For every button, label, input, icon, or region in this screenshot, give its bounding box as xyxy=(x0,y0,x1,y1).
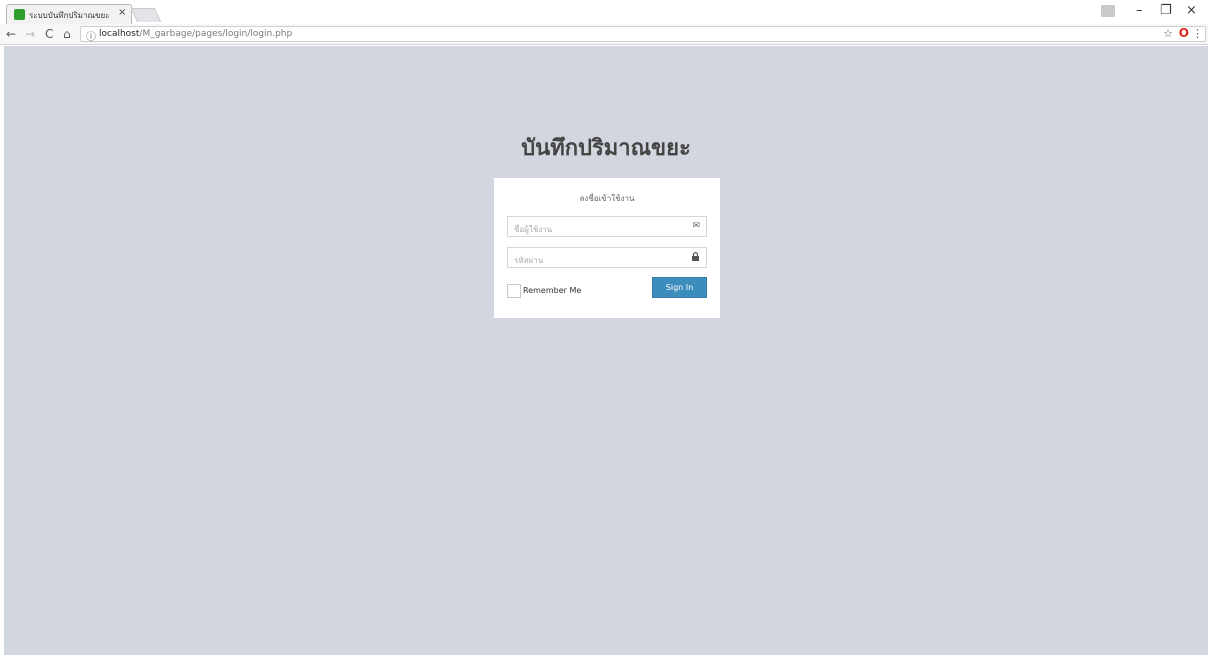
close-window-button[interactable]: × xyxy=(1186,3,1197,18)
minimize-button[interactable]: – xyxy=(1136,3,1143,18)
lock-icon xyxy=(691,252,700,264)
browser-titlebar: ระบบบันทึกปริมาณขยะ × – ❐ × xyxy=(0,0,1208,24)
login-box: ลงชื่อเข้าใช้งาน ✉ Remember Me Sign In xyxy=(494,178,720,318)
username-input[interactable] xyxy=(508,220,678,239)
home-icon[interactable]: ⌂ xyxy=(63,27,71,41)
maximize-button[interactable]: ❐ xyxy=(1160,3,1172,18)
page-title: บันทึกปริมาณขยะ xyxy=(521,135,691,161)
url-text[interactable]: localhost/M_garbage/pages/login/login.ph… xyxy=(99,29,292,39)
new-tab-button[interactable] xyxy=(130,8,162,22)
username-field: ✉ xyxy=(507,216,707,239)
browser-toolbar: ← → C ⌂ ⓘ localhost/M_garbage/pages/logi… xyxy=(0,24,1208,45)
browser-tab[interactable]: ระบบบันทึกปริมาณขยะ × xyxy=(6,4,132,24)
remember-me-label: Remember Me xyxy=(523,286,582,295)
tab-title: ระบบบันทึกปริมาณขยะ xyxy=(29,11,110,20)
url-host: localhost xyxy=(99,29,140,39)
bookmark-star-icon[interactable]: ☆ xyxy=(1163,27,1173,40)
password-input[interactable] xyxy=(508,251,678,270)
back-arrow-icon[interactable]: ← xyxy=(6,27,16,41)
password-field xyxy=(507,247,707,270)
remember-me-checkbox[interactable] xyxy=(507,284,521,298)
menu-icon[interactable]: ⋮ xyxy=(1192,27,1203,40)
url-path: /M_garbage/pages/login/login.php xyxy=(139,29,293,39)
info-icon[interactable]: ⓘ xyxy=(86,28,96,43)
profile-icon[interactable] xyxy=(1101,5,1115,17)
address-bar[interactable]: ⓘ localhost/M_garbage/pages/login/login.… xyxy=(80,26,1206,43)
envelope-icon: ✉ xyxy=(692,221,700,231)
page-viewport: บันทึกปริมาณขยะ ลงชื่อเข้าใช้งาน ✉ Remem… xyxy=(4,46,1208,655)
tab-close-icon[interactable]: × xyxy=(118,7,126,18)
favicon-icon xyxy=(14,9,25,20)
forward-arrow-icon[interactable]: → xyxy=(25,27,35,41)
reload-icon[interactable]: C xyxy=(45,27,53,41)
opera-icon[interactable]: O xyxy=(1179,26,1189,40)
login-box-message: ลงชื่อเข้าใช้งาน xyxy=(579,194,635,203)
sign-in-button[interactable]: Sign In xyxy=(652,277,707,298)
